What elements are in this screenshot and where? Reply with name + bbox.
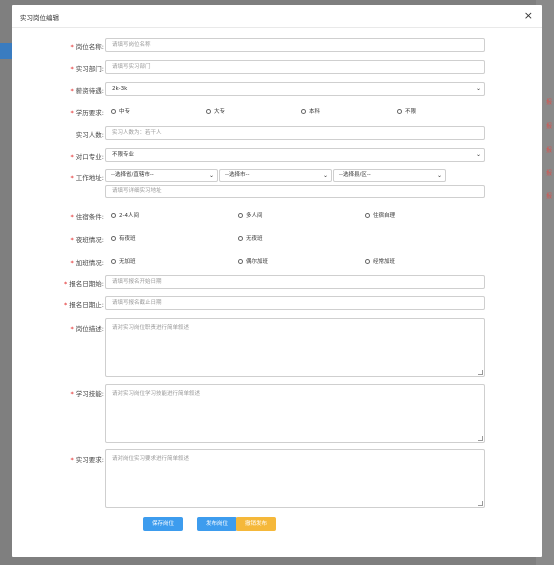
education-option[interactable]: 不限 xyxy=(397,107,416,115)
city-select[interactable]: --选择市-- ⌄ xyxy=(219,169,332,182)
address-label: * 工作地址: xyxy=(70,174,104,182)
radio-icon xyxy=(111,236,116,241)
radio-icon xyxy=(111,109,116,114)
radio-icon xyxy=(365,213,370,218)
resize-grip-icon[interactable] xyxy=(478,436,483,441)
chevron-down-icon: ⌄ xyxy=(322,172,328,179)
description-textarea[interactable]: 请对实习岗位职责进行简单叙述 xyxy=(105,318,485,377)
signup-end-input[interactable]: 请填写报名截止日期 xyxy=(105,296,485,310)
background-mark: 报 xyxy=(545,170,552,177)
education-label: * 学历要求: xyxy=(70,109,104,117)
overtime-option[interactable]: 偶尔加班 xyxy=(238,257,268,265)
county-select[interactable]: --选择县/区-- ⌄ xyxy=(333,169,446,182)
background-mark: 报 xyxy=(545,147,552,154)
department-label: * 实习部门: xyxy=(70,65,104,73)
background-mark: 报 xyxy=(545,99,552,106)
province-select[interactable]: --选择省/直辖市-- ⌄ xyxy=(105,169,218,182)
background-mark: 报 xyxy=(545,193,552,200)
education-option[interactable]: 大专 xyxy=(206,107,225,115)
overtime-label: * 加班情况: xyxy=(70,259,104,267)
chevron-down-icon: ⌄ xyxy=(436,172,442,179)
night-shift-label: * 夜班情况: xyxy=(70,236,104,244)
chevron-down-icon: ⌄ xyxy=(208,172,214,179)
radio-icon xyxy=(365,259,370,264)
housing-option[interactable]: 2-4人间 xyxy=(111,211,139,219)
signup-end-label: * 报名日期止: xyxy=(64,301,104,309)
radio-icon xyxy=(238,213,243,218)
edit-position-modal: 实习岗位编辑 × * 岗位名称: 请填写岗位名称 * 实习部门: 请填写实习部门 *… xyxy=(12,5,542,557)
major-label: * 对口专业: xyxy=(70,153,104,161)
education-option[interactable]: 本科 xyxy=(301,107,320,115)
withdraw-publish-button[interactable]: 撤销发布 xyxy=(236,517,276,531)
resize-grip-icon[interactable] xyxy=(478,370,483,375)
description-label: * 岗位描述: xyxy=(70,325,104,333)
housing-option[interactable]: 住宿自理 xyxy=(365,211,395,219)
signup-start-label: * 报名日期始: xyxy=(64,280,104,288)
department-input[interactable]: 请填写实习部门 xyxy=(105,60,485,74)
chevron-down-icon: ⌄ xyxy=(475,151,481,158)
modal-header: 实习岗位编辑 × xyxy=(12,5,542,28)
salary-select[interactable]: 2k-3k ⌄ xyxy=(105,82,485,96)
requirements-label: * 实习要求: xyxy=(70,456,104,464)
resize-grip-icon[interactable] xyxy=(478,501,483,506)
requirements-textarea[interactable]: 请对岗位实习要求进行简单叙述 xyxy=(105,449,485,508)
overtime-option[interactable]: 无加班 xyxy=(111,257,136,265)
radio-icon xyxy=(206,109,211,114)
radio-icon xyxy=(111,259,116,264)
radio-icon xyxy=(301,109,306,114)
radio-icon xyxy=(111,213,116,218)
overtime-option[interactable]: 经常加班 xyxy=(365,257,395,265)
radio-icon xyxy=(397,109,402,114)
night-shift-option[interactable]: 无夜班 xyxy=(238,234,263,242)
education-option[interactable]: 中专 xyxy=(111,107,130,115)
headcount-label: 实习人数: xyxy=(75,131,104,139)
signup-start-input[interactable]: 请填写报名开始日期 xyxy=(105,275,485,289)
close-icon[interactable]: × xyxy=(524,9,533,23)
salary-label: * 薪资待遇: xyxy=(70,87,104,95)
housing-option[interactable]: 多人间 xyxy=(238,211,263,219)
night-shift-option[interactable]: 有夜班 xyxy=(111,234,136,242)
background-mark: 报 xyxy=(545,123,552,130)
save-position-button[interactable]: 保存岗位 xyxy=(143,517,183,531)
skills-label: * 学习技能: xyxy=(70,390,104,398)
position-name-label: * 岗位名称: xyxy=(70,43,104,51)
publish-position-button[interactable]: 发布岗位 xyxy=(197,517,237,531)
radio-icon xyxy=(238,259,243,264)
chevron-down-icon: ⌄ xyxy=(475,85,481,92)
housing-label: * 住宿条件: xyxy=(70,213,104,221)
position-name-input[interactable]: 请填写岗位名称 xyxy=(105,38,485,52)
modal-title: 实习岗位编辑 xyxy=(20,14,59,22)
headcount-input[interactable]: 实习人数为：若干人 xyxy=(105,126,485,140)
address-detail-input[interactable]: 请填写详细实习地址 xyxy=(105,185,485,198)
skills-textarea[interactable]: 请对实习岗位学习技能进行简单叙述 xyxy=(105,384,485,443)
major-select[interactable]: 不限专业 ⌄ xyxy=(105,148,485,162)
radio-icon xyxy=(238,236,243,241)
